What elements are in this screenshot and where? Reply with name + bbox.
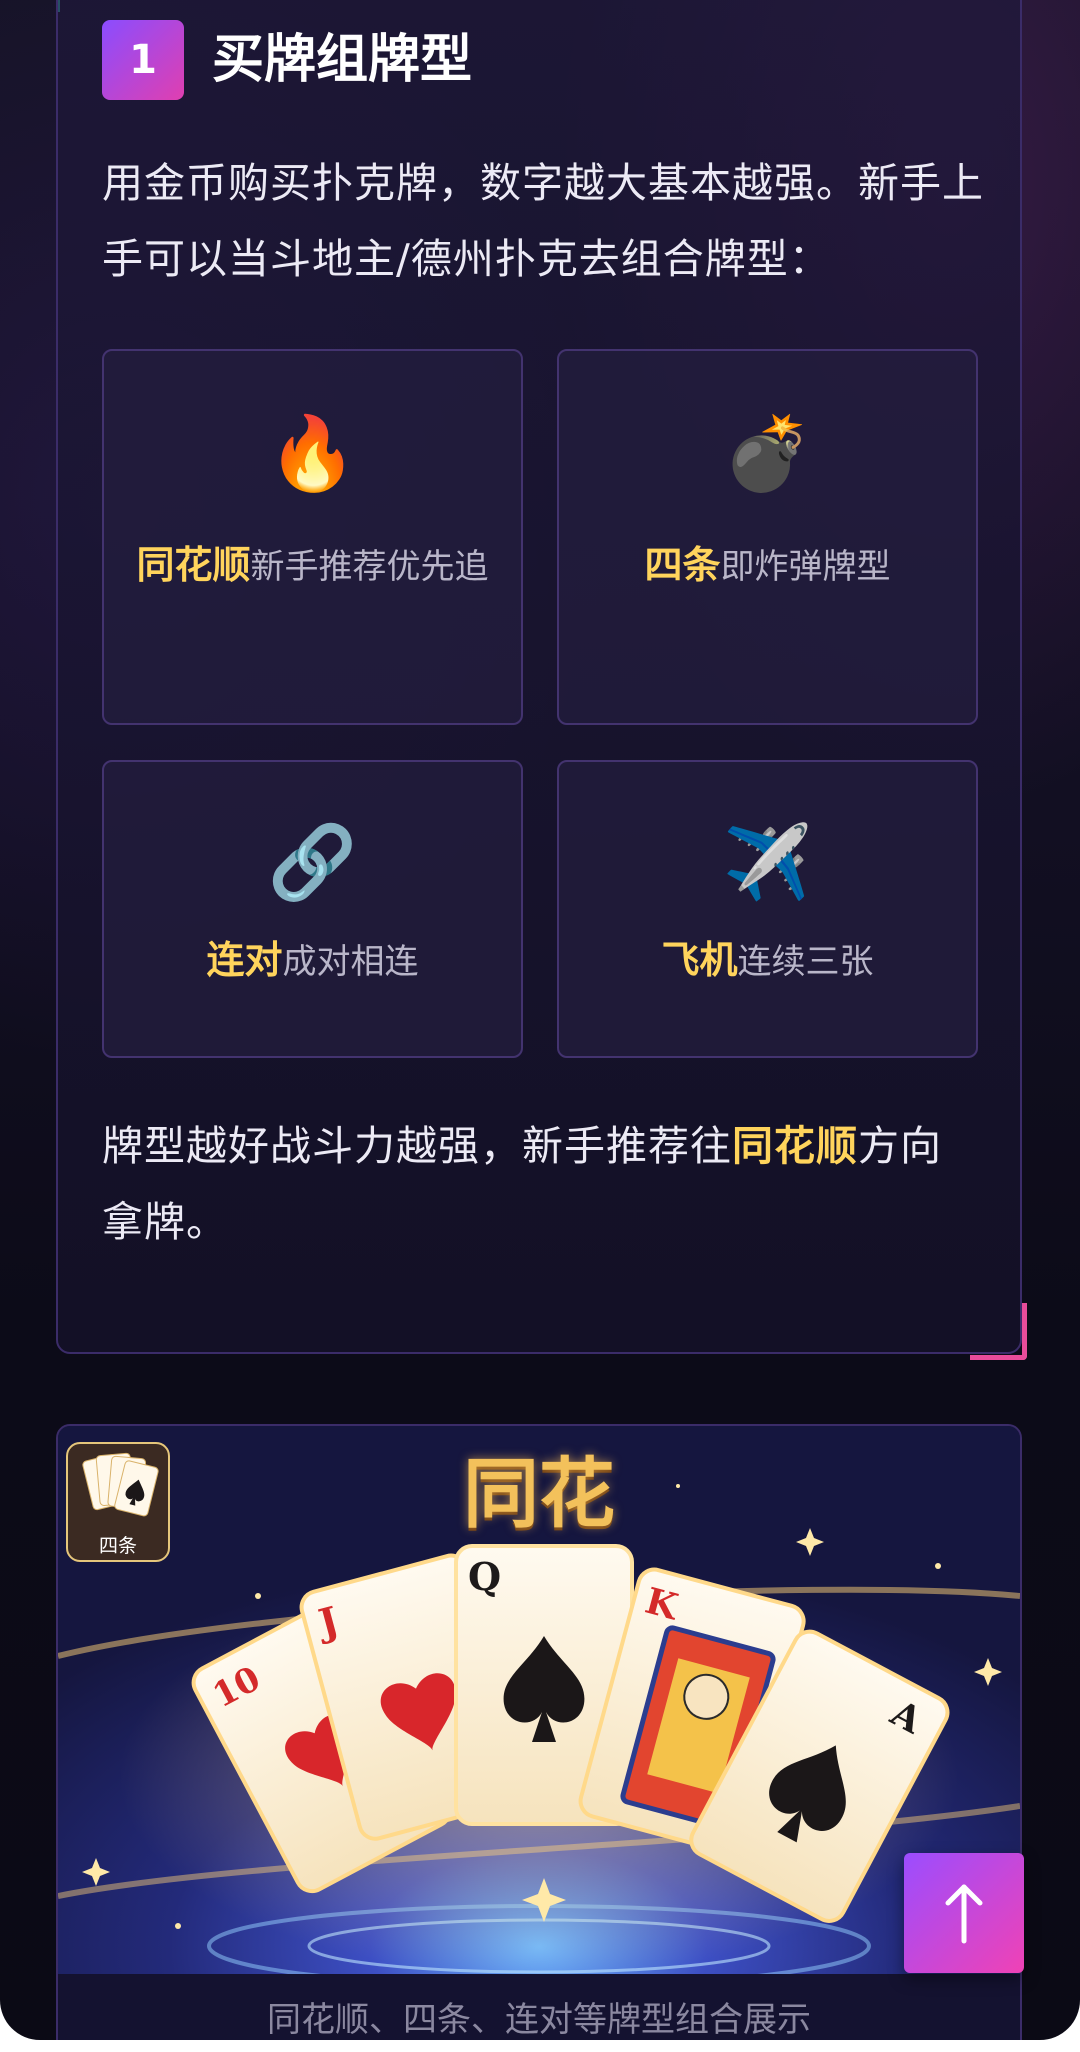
tile-four-of-a-kind: 💣 四条即炸弹牌型 bbox=[557, 349, 978, 725]
tile-description: 同花顺新手推荐优先追 bbox=[133, 527, 493, 605]
summary-text: 牌型越好战斗力越强，新手推荐往同花顺方向拿牌。 bbox=[102, 1108, 982, 1260]
tile-description: 飞机连续三张 bbox=[588, 922, 948, 1000]
tile-description: 连对成对相连 bbox=[133, 922, 493, 1000]
tile-airplane: ✈️ 飞机连续三张 bbox=[557, 760, 978, 1058]
tile-name: 四条 bbox=[644, 543, 721, 587]
tile-detail: 连续三张 bbox=[737, 942, 874, 982]
image-caption: 同花顺、四条、连对等牌型组合展示 bbox=[267, 2000, 811, 2040]
tile-name: 飞机 bbox=[661, 938, 738, 982]
thumbnail-label: 四条 bbox=[98, 1535, 137, 1557]
four-of-a-kind-thumbnail: 四条 bbox=[66, 1442, 170, 1562]
arrow-up-icon bbox=[945, 1884, 983, 1944]
bomb-icon: 💣 bbox=[722, 411, 813, 495]
card-rank: Q bbox=[468, 1554, 501, 1599]
summary-before: 牌型越好战斗力越强，新手推荐往 bbox=[102, 1122, 732, 1170]
intro-text: 用金币购买扑克牌，数字越大基本越强。新手上手可以当斗地主/德州扑克去组合牌型： bbox=[102, 159, 984, 283]
tile-straight-flush: 🔥 同花顺新手推荐优先追 bbox=[102, 349, 523, 725]
fire-icon: 🔥 bbox=[267, 411, 358, 495]
step-badge: 1 bbox=[102, 20, 184, 100]
card-corner-accent bbox=[970, 1303, 1027, 1360]
art-title: 同花 bbox=[463, 1449, 615, 1538]
tile-name: 连对 bbox=[206, 938, 283, 982]
tile-consecutive-pairs: 🔗 连对成对相连 bbox=[102, 760, 523, 1058]
tile-description: 四条即炸弹牌型 bbox=[588, 527, 948, 605]
tile-name: 同花顺 bbox=[136, 543, 251, 587]
section-title: 买牌组牌型 bbox=[212, 30, 473, 90]
tile-detail: 成对相连 bbox=[282, 942, 419, 982]
scroll-to-top-button[interactable] bbox=[904, 1853, 1024, 1973]
card-combination-image-card: 10 J Q K A 同花 四条 同花顺、四条、连对等牌型组合展示 bbox=[56, 1424, 1022, 2040]
cards-fan-icon bbox=[82, 1452, 159, 1517]
link-icon: 🔗 bbox=[267, 820, 358, 904]
summary-highlight: 同花顺 bbox=[732, 1122, 858, 1170]
tile-detail: 即炸弹牌型 bbox=[720, 547, 891, 587]
app-screen: 1 买牌组牌型 用金币购买扑克牌，数字越大基本越强。新手上手可以当斗地主/德州扑… bbox=[0, 0, 1080, 2040]
airplane-icon: ✈️ bbox=[722, 820, 813, 904]
tile-detail: 新手推荐优先追 bbox=[250, 547, 489, 587]
